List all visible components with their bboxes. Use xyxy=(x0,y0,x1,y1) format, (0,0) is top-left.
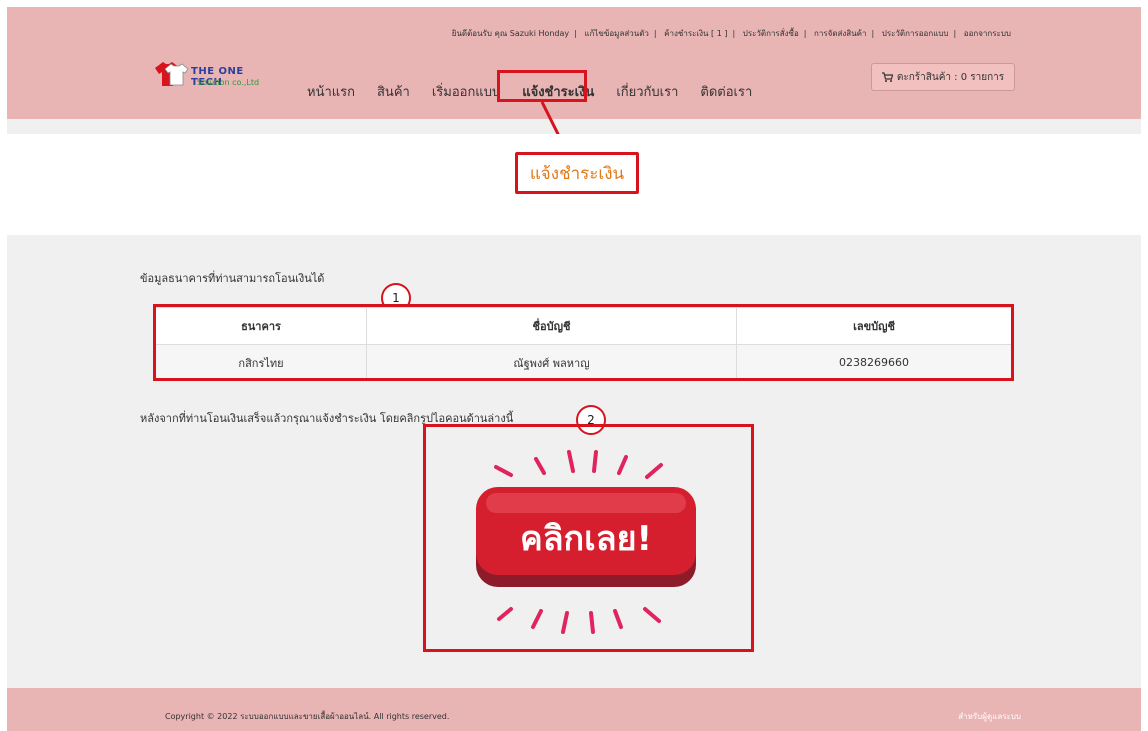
menu-contact[interactable]: ติดต่อเรา xyxy=(698,81,754,102)
bank-intro-text: ข้อมูลธนาคารที่ท่านสามารถโอนเงินได้ xyxy=(140,272,325,285)
menu-products[interactable]: สินค้า xyxy=(375,81,412,102)
page-title: แจ้งชำระเงิน xyxy=(515,152,639,194)
pending-payment-link[interactable]: ค้างชำระเงิน [ 1 ] xyxy=(664,29,727,38)
menu-about[interactable]: เกี่ยวกับเรา xyxy=(614,81,680,102)
click-button-label: คลิกเลย! xyxy=(520,519,652,559)
copyright-text: Copyright © 2022 ระบบออกแบบและขายเสื้อผ้… xyxy=(165,712,450,721)
menu-highlight-box xyxy=(497,70,587,102)
logout-link[interactable]: ออกจากระบบ xyxy=(964,29,1011,38)
cart-icon xyxy=(881,72,893,82)
shipping-link[interactable]: การจัดส่งสินค้า xyxy=(814,29,867,38)
user-links: ยินดีต้อนรับ คุณ Sazuki Honday | แก้ไขข้อ… xyxy=(451,29,1011,38)
logo-sub-text: Solution co.,Ltd xyxy=(197,78,260,87)
design-history-link[interactable]: ประวัติการออกแบบ xyxy=(882,29,949,38)
burst-lines-bottom xyxy=(497,607,661,634)
site-footer: Copyright © 2022 ระบบออกแบบและขายเสื้อผ้… xyxy=(7,688,1141,731)
edit-profile-link[interactable]: แก้ไขข้อมูลส่วนตัว xyxy=(584,29,648,38)
admin-link[interactable]: สำหรับผู้ดูแลระบบ xyxy=(958,710,1021,723)
order-history-link[interactable]: ประวัติการสั่งซื้อ xyxy=(743,29,799,38)
menu-start-design[interactable]: เริ่มออกแบบ xyxy=(430,81,502,102)
top-utility-bar: ยินดีต้อนรับ คุณ Sazuki Honday | แก้ไขข้อ… xyxy=(7,7,1141,47)
cart-label: ตะกร้าสินค้า : 0 รายการ xyxy=(896,71,1005,83)
welcome-text: ยินดีต้อนรับ คุณ Sazuki Honday xyxy=(451,29,570,38)
bank-table-highlight-box xyxy=(153,304,1014,381)
page-frame: ยินดีต้อนรับ คุณ Sazuki Honday | แก้ไขข้อ… xyxy=(7,7,1141,731)
button-gloss xyxy=(486,493,686,513)
burst-lines-top xyxy=(494,450,663,479)
tshirt-logo-icon xyxy=(155,62,189,86)
menu-home[interactable]: หน้าแรก xyxy=(305,81,357,102)
click-now-button[interactable]: คลิกเลย! xyxy=(461,447,711,637)
site-logo[interactable]: THE ONE TECH Solution co.,Ltd xyxy=(153,60,273,92)
cart-button[interactable]: ตะกร้าสินค้า : 0 รายการ xyxy=(871,63,1015,91)
